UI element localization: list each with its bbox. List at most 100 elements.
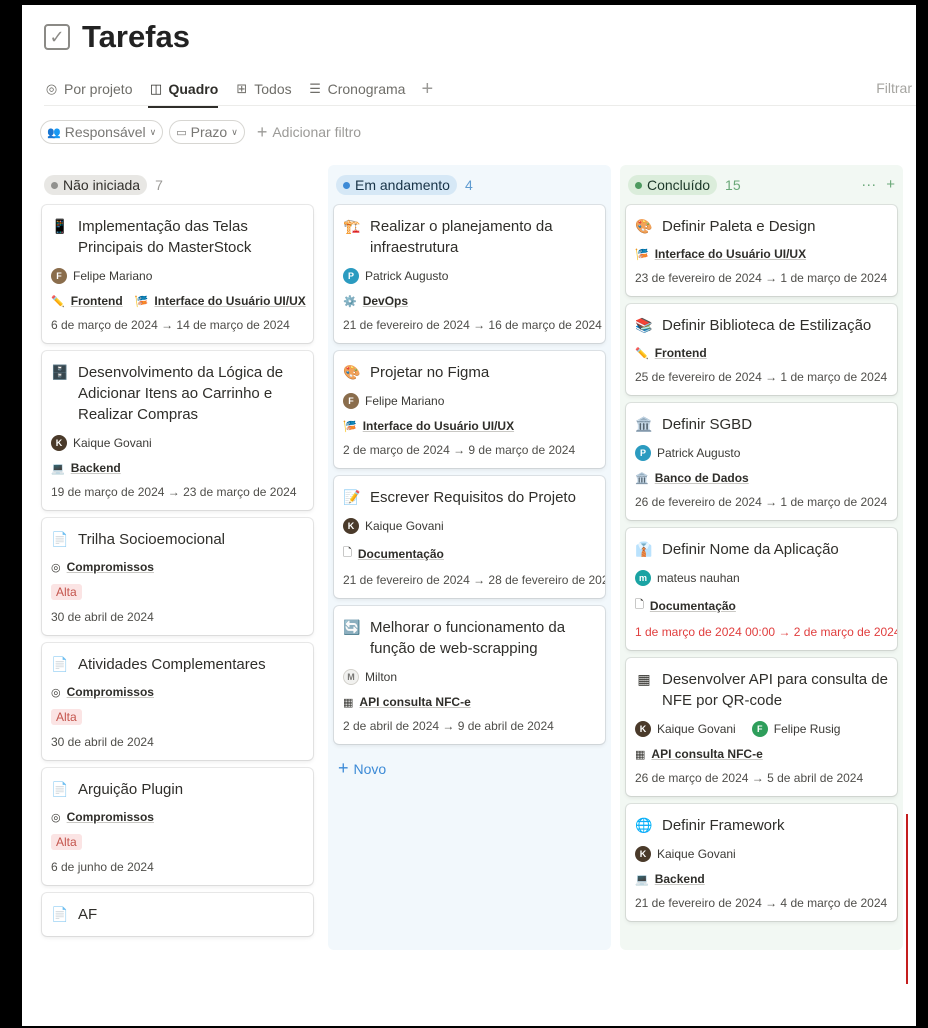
avatar: F bbox=[751, 721, 768, 737]
relation-link[interactable]: Backend bbox=[655, 872, 705, 886]
add-filter-label: Adicionar filtro bbox=[272, 124, 362, 140]
priority-tag: Alta bbox=[51, 584, 82, 600]
avatar: m bbox=[635, 570, 651, 586]
task-card[interactable]: 📄 Trilha Socioemocional ◎ Compromissos Alta 3… bbox=[42, 518, 313, 635]
relation-icon: 💻 bbox=[51, 462, 65, 475]
relation-link[interactable]: Compromissos bbox=[67, 810, 154, 824]
timeline-icon: ☰ bbox=[309, 81, 321, 96]
relation-link[interactable]: Compromissos bbox=[67, 685, 154, 699]
task-card[interactable]: 📄 Arguição Plugin ◎ Compromissos Alta 6 de ju… bbox=[42, 768, 313, 885]
due-date: 30 de abril de 2024 bbox=[51, 610, 154, 624]
task-card[interactable]: 🌐 Definir Framework K Kaique Govani 💻 Backend… bbox=[626, 804, 897, 921]
relation-link[interactable]: Frontend bbox=[71, 294, 123, 308]
page-emoji-icon: 🎨 bbox=[635, 218, 653, 234]
relation-link[interactable]: DevOps bbox=[363, 294, 408, 308]
page-emoji-icon: 👔 bbox=[635, 541, 653, 557]
task-card[interactable]: 🔄 Melhorar o funcionamento da função de w… bbox=[334, 606, 605, 744]
relation-link[interactable]: Backend bbox=[71, 461, 121, 475]
card-title: 🌐 Definir Framework bbox=[635, 815, 888, 836]
page-emoji-icon: 📄 bbox=[51, 906, 69, 922]
red-annotation-line bbox=[906, 814, 908, 984]
status-badge[interactable]: Em andamento bbox=[336, 175, 457, 195]
relation-link[interactable]: Documentação bbox=[358, 547, 444, 561]
assignee-name: Patrick Augusto bbox=[657, 446, 741, 460]
card-title-text: Definir Paleta e Design bbox=[662, 218, 816, 235]
page-title[interactable]: Tarefas bbox=[82, 19, 190, 55]
column-notstarted: Não iniciada 7 📱 Implementação das Telas Pr… bbox=[36, 165, 319, 950]
page-emoji-icon: 📱 bbox=[51, 218, 69, 234]
relation-link[interactable]: Interface do Usuário UI/UX bbox=[363, 419, 514, 433]
task-card[interactable]: 🎨 Projetar no Figma F Felipe Mariano 🎏 Interf… bbox=[334, 351, 605, 468]
project-relations: 💻 Backend bbox=[635, 872, 888, 886]
new-card-button[interactable]: + Novo bbox=[334, 752, 605, 787]
due-date: 21 de fevereiro de 2024 → 28 de fevereir… bbox=[343, 573, 605, 587]
card-title-text: Arguição Plugin bbox=[78, 781, 184, 798]
assignees: K Kaique Govani bbox=[51, 435, 304, 451]
plus-icon[interactable]: + bbox=[886, 176, 895, 193]
tab-quadro[interactable]: ◫ Quadro bbox=[148, 77, 218, 108]
page-emoji-icon: ▦ bbox=[637, 671, 651, 687]
relation-link[interactable]: API consulta NFC-e bbox=[359, 695, 470, 709]
chevron-down-icon: ∨ bbox=[231, 126, 238, 137]
card-title-text: Definir Framework bbox=[662, 817, 785, 834]
filter-responsavel[interactable]: 👥 Responsável ∨ bbox=[40, 120, 164, 144]
view-tabs: ◎ Por projeto ◫ Quadro ⊞ Todos ☰ Cronogr… bbox=[44, 77, 916, 108]
relation-icon: ▦ bbox=[343, 696, 354, 709]
filter-bar: 👥 Responsável ∨ ▭ Prazo ∨ + Adicionar fi… bbox=[40, 120, 361, 144]
assignees: K Kaique Govani bbox=[343, 518, 596, 534]
relation-icon: 🗋 bbox=[343, 547, 352, 559]
project-relations: 🗋 Documentação bbox=[343, 544, 596, 563]
page-emoji-icon: 📝 bbox=[343, 489, 361, 505]
assignees: P Patrick Augusto bbox=[635, 445, 888, 461]
avatar: K bbox=[635, 846, 651, 862]
task-card[interactable]: 👔 Definir Nome da Aplicação m mateus nauhan… bbox=[626, 528, 897, 650]
task-card[interactable]: 🏗️ Realizar o planejamento da infraestrut… bbox=[334, 205, 605, 343]
status-badge[interactable]: Concluído bbox=[628, 175, 718, 195]
card-title-text: Realizar o planejamento da infraestrutur… bbox=[370, 218, 553, 256]
relation-link[interactable]: Banco de Dados bbox=[655, 471, 749, 485]
task-card[interactable]: ▦ Desenvolver API para consulta de NFE po… bbox=[626, 658, 897, 796]
relation-link[interactable]: Documentação bbox=[650, 599, 736, 613]
status-dot-icon bbox=[51, 181, 58, 189]
page-emoji-icon: 🔄 bbox=[343, 619, 361, 635]
filter-prazo[interactable]: ▭ Prazo ∨ bbox=[169, 120, 245, 144]
page-emoji-icon: 📚 bbox=[635, 317, 653, 333]
add-view-icon[interactable]: + bbox=[421, 79, 433, 99]
task-card[interactable]: 📚 Definir Biblioteca de Estilização ✏️ Fron… bbox=[626, 304, 897, 395]
card-title-text: Trilha Socioemocional bbox=[78, 531, 226, 548]
assignee-name: mateus nauhan bbox=[657, 571, 740, 585]
people-icon: 👥 bbox=[47, 126, 61, 139]
project-relations: ▦ API consulta NFC-e bbox=[635, 747, 888, 761]
tab-cronograma[interactable]: ☰ Cronograma bbox=[308, 77, 405, 101]
tab-por-projeto[interactable]: ◎ Por projeto bbox=[44, 77, 133, 101]
relation-link[interactable]: Compromissos bbox=[67, 560, 154, 574]
card-title: 📄 AF bbox=[51, 904, 304, 925]
task-card[interactable]: 🎨 Definir Paleta e Design 🎏 Interface do Us… bbox=[626, 205, 897, 296]
relation-icon: ✏️ bbox=[51, 295, 65, 308]
page-emoji-icon: 🏗️ bbox=[343, 218, 361, 234]
filter-label: Prazo bbox=[190, 124, 228, 140]
tab-todos[interactable]: ⊞ Todos bbox=[234, 77, 291, 101]
relation-link[interactable]: API consulta NFC-e bbox=[651, 747, 762, 761]
card-count: 15 bbox=[725, 177, 741, 193]
task-card[interactable]: 📄 AF bbox=[42, 893, 313, 936]
filter-button[interactable]: Filtrar bbox=[876, 80, 912, 96]
relation-link[interactable]: Frontend bbox=[655, 346, 707, 360]
column-done: Concluído 15 ··· + 🎨 Definir Paleta e Design 🎏… bbox=[620, 165, 903, 950]
task-card[interactable]: 📄 Atividades Complementares ◎ Compromissos A… bbox=[42, 643, 313, 760]
task-card[interactable]: 📱 Implementação das Telas Principais do M… bbox=[42, 205, 313, 343]
status-badge[interactable]: Não iniciada bbox=[44, 175, 148, 195]
page-emoji-icon: 🗄️ bbox=[51, 364, 69, 380]
avatar: P bbox=[635, 445, 651, 461]
add-filter-button[interactable]: + Adicionar filtro bbox=[257, 122, 361, 143]
task-card[interactable]: 🏛️ Definir SGBD P Patrick Augusto 🏛️ Banco de… bbox=[626, 403, 897, 520]
task-card[interactable]: 🗄️ Desenvolvimento da Lógica de Adicionar… bbox=[42, 351, 313, 510]
card-title: 📄 Trilha Socioemocional bbox=[51, 529, 304, 550]
relation-link[interactable]: Interface do Usuário UI/UX bbox=[154, 294, 305, 308]
relation-link[interactable]: Interface do Usuário UI/UX bbox=[655, 247, 806, 261]
more-icon[interactable]: ··· bbox=[861, 176, 876, 193]
task-card[interactable]: 📝 Escrever Requisitos do Projeto K Kaique G… bbox=[334, 476, 605, 598]
column-actions: ··· + bbox=[861, 176, 895, 193]
assignee-name: Kaique Govani bbox=[657, 722, 736, 736]
assignees: K Kaique Govani F Felipe Rusig bbox=[635, 721, 888, 737]
